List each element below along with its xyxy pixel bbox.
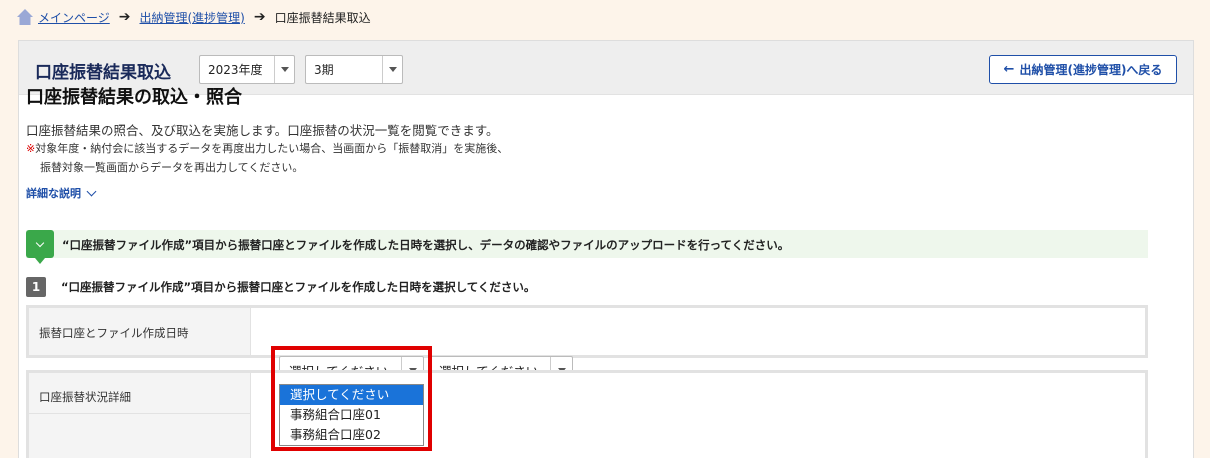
breadcrumb: メインページ ➔ 出納管理(進捗管理) ➔ 口座振替結果取込: [16, 6, 371, 28]
check-icon: [26, 230, 54, 264]
back-button[interactable]: ← 出納管理(進捗管理)へ戻る: [989, 55, 1177, 84]
note-mark: ※: [26, 142, 36, 155]
arrow-left-icon: ←: [1003, 62, 1015, 77]
page-title: 口座振替結果取込: [35, 63, 171, 83]
back-button-label: 出納管理(進捗管理)へ戻る: [1019, 63, 1163, 77]
row-divider: [29, 413, 251, 414]
year-select[interactable]: 2023年度: [199, 55, 295, 84]
status-label: 口座振替状況詳細: [39, 390, 131, 404]
info-text: “口座振替ファイル作成”項目から振替口座とファイルを作成した日時を選択し、データ…: [62, 238, 790, 252]
step-1: 1 “口座振替ファイル作成”項目から振替口座とファイルを作成した日時を選択してく…: [26, 277, 535, 297]
dropdown-option[interactable]: 選択してください: [280, 385, 423, 405]
breadcrumb-home-link[interactable]: メインページ: [38, 9, 110, 26]
info-bar: “口座振替ファイル作成”項目から振替口座とファイルを作成した日時を選択し、データ…: [26, 230, 1148, 264]
section-heading: 口座振替結果の取込・照合: [26, 87, 242, 108]
chevron-down-icon: [382, 56, 402, 83]
status-detail-table: 口座振替状況詳細: [26, 370, 1148, 458]
home-icon[interactable]: [16, 8, 34, 26]
account-dropdown-list: 選択してください 事務組合口座01 事務組合口座02: [279, 384, 424, 446]
chevron-down-icon: [274, 56, 294, 83]
breadcrumb-arrow-icon: ➔: [253, 9, 266, 25]
step-text: “口座振替ファイル作成”項目から振替口座とファイルを作成した日時を選択してくださ…: [61, 280, 536, 294]
period-select-value: 3期: [314, 63, 334, 77]
note-line-1: ※対象年度・納付会に該当するデータを再度出力したい場合、当画面から「振替取消」を…: [26, 140, 508, 156]
detail-link-label: 詳細な説明: [26, 187, 81, 200]
note-line-2: 振替対象一覧画面からデータを再出力してください。: [40, 161, 304, 174]
detail-link[interactable]: 詳細な説明: [26, 185, 97, 201]
note-line-1-text: 対象年度・納付会に該当するデータを再度出力したい場合、当画面から「振替取消」を実…: [35, 142, 509, 155]
period-select[interactable]: 3期: [305, 55, 403, 84]
account-form-row: 振替口座とファイル作成日時: [26, 305, 1148, 358]
breadcrumb-level2-link[interactable]: 出納管理(進捗管理): [140, 9, 245, 26]
form-label-cell: 振替口座とファイル作成日時: [29, 308, 251, 355]
description: 口座振替結果の照合、及び取込を実施します。口座振替の状況一覧を閲覧できます。: [26, 123, 499, 138]
breadcrumb-current: 口座振替結果取込: [274, 10, 371, 25]
dropdown-option[interactable]: 事務組合口座01: [280, 405, 423, 425]
form-label: 振替口座とファイル作成日時: [39, 326, 189, 340]
year-select-value: 2023年度: [208, 63, 263, 77]
chevron-down-icon: [86, 186, 97, 197]
dropdown-option[interactable]: 事務組合口座02: [280, 425, 423, 445]
breadcrumb-arrow-icon: ➔: [118, 9, 131, 25]
step-number: 1: [26, 277, 46, 297]
status-label-cell: 口座振替状況詳細: [29, 373, 251, 458]
